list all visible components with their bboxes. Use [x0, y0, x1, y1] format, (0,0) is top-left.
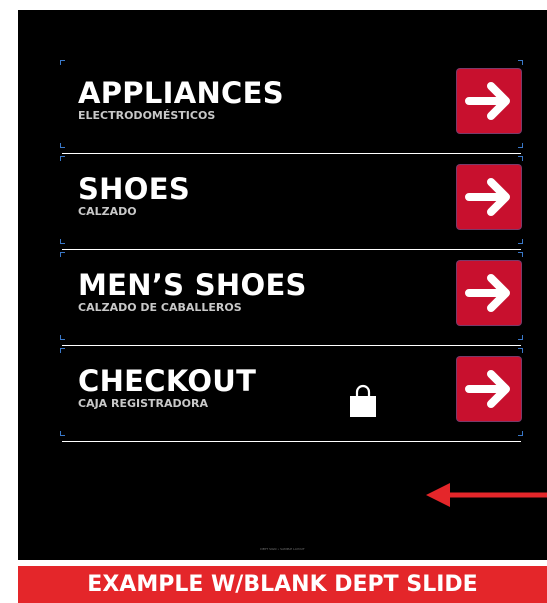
crop-mark — [518, 431, 523, 436]
shopping-bag-icon — [349, 384, 377, 422]
crop-mark — [518, 335, 523, 340]
arrow-right-icon — [457, 165, 521, 229]
crop-mark — [60, 431, 65, 436]
crop-mark — [60, 335, 65, 340]
sign-subtitle: CALZADO DE CABALLEROS — [78, 301, 242, 314]
sign-panel: APPLIANCES ELECTRODOMÉSTICOS SHOES CALZA… — [18, 10, 547, 560]
fineprint-text: DEPT SIGN • SAMPLE LAYOUT — [260, 547, 305, 551]
crop-mark — [518, 252, 523, 257]
arrow-right-icon — [457, 69, 521, 133]
crop-mark — [518, 239, 523, 244]
sign-row-shoes: SHOES CALZADO — [60, 154, 523, 250]
sign-row-checkout: CHECKOUT CAJA REGISTRADORA — [60, 346, 523, 442]
crop-mark — [518, 60, 523, 65]
crop-mark — [518, 143, 523, 148]
pointer-arrow-left-icon — [424, 480, 547, 514]
arrow-right-icon — [457, 357, 521, 421]
sign-title: MEN’S SHOES — [78, 268, 307, 302]
sign-title: SHOES — [78, 172, 191, 206]
crop-mark — [60, 60, 65, 65]
crop-mark — [60, 252, 65, 257]
sign-subtitle: CALZADO — [78, 205, 137, 218]
sign-subtitle: ELECTRODOMÉSTICOS — [78, 109, 216, 122]
example-banner: EXAMPLE W/BLANK DEPT SLIDE — [18, 566, 547, 603]
crop-mark — [60, 143, 65, 148]
divider-line — [62, 441, 521, 442]
sign-subtitle: CAJA REGISTRADORA — [78, 397, 209, 410]
sign-title: APPLIANCES — [78, 76, 284, 110]
sign-row-mens-shoes: MEN’S SHOES CALZADO DE CABALLEROS — [60, 250, 523, 346]
arrow-right-icon — [457, 261, 521, 325]
banner-label: EXAMPLE W/BLANK DEPT SLIDE — [87, 572, 478, 597]
crop-mark — [518, 156, 523, 161]
crop-mark — [518, 348, 523, 353]
crop-mark — [60, 348, 65, 353]
crop-mark — [60, 239, 65, 244]
sign-title: CHECKOUT — [78, 364, 257, 398]
crop-mark — [60, 156, 65, 161]
sign-row-appliances: APPLIANCES ELECTRODOMÉSTICOS — [60, 58, 523, 154]
